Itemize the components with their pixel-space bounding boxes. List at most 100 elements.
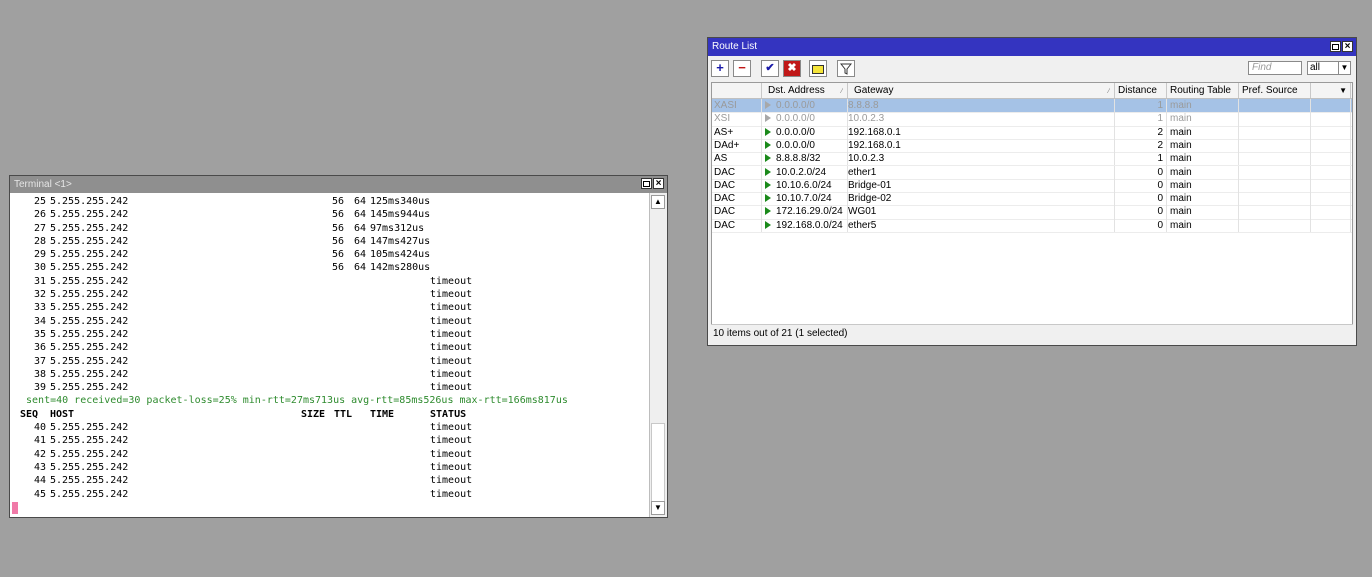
terminal-title-bar[interactable]: Terminal <1>: [10, 176, 667, 193]
route-dst-value: 192.168.0.0/24: [776, 219, 843, 231]
scroll-down-icon[interactable]: ▼: [651, 501, 665, 515]
status-bar: 10 items out of 21 (1 selected): [711, 324, 1353, 342]
seq-value: 25: [33, 196, 46, 207]
find-input[interactable]: Find: [1248, 61, 1302, 75]
route-dst-address: 10.10.7.0/24: [762, 192, 848, 206]
table-row[interactable]: DAC 10.10.7.0/24 Bridge-02 0 main: [712, 192, 1352, 207]
route-dst-value: 10.0.2.0/24: [776, 166, 827, 178]
status-value: timeout: [430, 289, 473, 301]
route-distance: 0: [1115, 178, 1167, 193]
route-routing-table: main: [1167, 192, 1239, 206]
close-icon[interactable]: ×: [1342, 41, 1353, 52]
size-value: 56: [331, 235, 344, 247]
table-row[interactable]: DAC 192.168.0.0/24 ether5 0 main: [712, 218, 1352, 233]
size-value: 56: [331, 222, 344, 234]
table-row[interactable]: XSI 0.0.0.0/0 10.0.2.3 1 main: [712, 112, 1352, 127]
route-arrow-icon: [765, 167, 771, 176]
minus-icon[interactable]: −: [733, 60, 751, 77]
table-row[interactable]: AS+ 0.0.0.0/0 192.168.0.1 2 main: [712, 125, 1352, 140]
maximize-icon[interactable]: [1330, 41, 1341, 52]
table-row[interactable]: DAd+ 0.0.0.0/0 192.168.0.1 2 main: [712, 138, 1352, 154]
route-distance: 0: [1115, 205, 1167, 219]
table-row[interactable]: DAC 10.10.6.0/24 Bridge-01 0 main: [712, 178, 1352, 194]
scroll-thumb[interactable]: [651, 423, 665, 503]
route-dst-address: 0.0.0.0/0: [762, 99, 848, 113]
ping-header: SEQ HOST SIZE TTL TIME STATUS: [20, 408, 649, 421]
route-flags: DAd+: [712, 138, 762, 153]
seq-value: 43: [33, 461, 46, 473]
route-pref-source: [1239, 192, 1311, 206]
route-pref-source: [1239, 152, 1311, 166]
terminal-line: 44 5.255.255.242 timeout: [24, 474, 649, 487]
terminal-line: 25 5.255.255.242 56 64 125ms340us: [24, 195, 649, 208]
column-dst-address[interactable]: Dst. Address ⁄: [762, 83, 848, 98]
route-routing-table: main: [1167, 165, 1239, 179]
host-value: 5.255.255.242: [50, 275, 129, 287]
route-extra: [1311, 152, 1351, 166]
seq-value: 41: [33, 435, 46, 447]
route-table[interactable]: Dst. Address ⁄ Gateway ⁄ Distance Routing …: [711, 82, 1353, 327]
column-gateway[interactable]: Gateway ⁄: [848, 83, 1115, 98]
header-time: TIME: [370, 408, 395, 420]
table-row[interactable]: DAC 10.0.2.0/24 ether1 0 main: [712, 165, 1352, 180]
route-dst-value: 10.10.6.0/24: [776, 179, 832, 191]
size-value: 56: [331, 196, 344, 207]
seq-value: 37: [33, 355, 46, 367]
route-list-title-bar[interactable]: Route List: [708, 38, 1356, 56]
route-extra: [1311, 99, 1351, 113]
route-gateway: Bridge-01: [848, 178, 1115, 193]
host-value: 5.255.255.242: [50, 342, 129, 354]
column-chooser[interactable]: ▼: [1311, 83, 1351, 98]
column-routing-table[interactable]: Routing Table: [1167, 83, 1239, 98]
filter-select[interactable]: all ▼: [1307, 61, 1351, 75]
scroll-up-icon[interactable]: ▲: [651, 195, 665, 209]
seq-value: 35: [33, 328, 46, 340]
route-list-title: Route List: [712, 41, 758, 52]
table-row[interactable]: DAC 172.16.29.0/24 WG01 0 main: [712, 205, 1352, 220]
table-row[interactable]: AS 8.8.8.8/32 10.0.2.3 1 main: [712, 152, 1352, 167]
column-gateway-label: Gateway: [854, 85, 894, 96]
terminal-window[interactable]: Terminal <1> × 25 5.255.255.242 56 64 125ms3…: [9, 175, 668, 518]
column-pref-source[interactable]: Pref. Source: [1239, 83, 1311, 98]
route-distance: 1: [1115, 112, 1167, 126]
terminal-output[interactable]: 25 5.255.255.242 56 64 125ms340us 26 5.255.255…: [10, 193, 649, 517]
terminal-line: 38 5.255.255.242 timeout: [24, 368, 649, 381]
route-arrow-icon: [765, 154, 771, 163]
seq-value: 45: [33, 488, 46, 500]
ttl-value: 64: [353, 222, 366, 234]
terminal-scrollbar[interactable]: ▲ ▼: [649, 193, 667, 517]
terminal-line: 42 5.255.255.242 timeout: [24, 448, 649, 461]
route-list-window[interactable]: Route List × + − ✔ ✖ Find all ▼ Dst. Add…: [707, 37, 1357, 346]
check-icon[interactable]: ✔: [761, 60, 779, 77]
route-distance: 0: [1115, 165, 1167, 179]
route-distance: 2: [1115, 138, 1167, 153]
route-dst-value: 10.10.7.0/24: [776, 193, 832, 205]
maximize-icon[interactable]: [641, 178, 652, 189]
host-value: 5.255.255.242: [50, 315, 129, 327]
x-icon[interactable]: ✖: [783, 60, 801, 77]
route-gateway: ether1: [848, 165, 1115, 179]
host-value: 5.255.255.242: [50, 475, 129, 487]
route-list-window-buttons: ×: [1330, 41, 1353, 52]
route-extra: [1311, 112, 1351, 126]
route-gateway: WG01: [848, 205, 1115, 219]
host-value: 5.255.255.242: [50, 196, 129, 207]
note-icon[interactable]: [809, 60, 827, 77]
table-row[interactable]: XASI 0.0.0.0/0 8.8.8.8 1 main: [712, 99, 1352, 114]
terminal-title: Terminal <1>: [14, 179, 72, 190]
time-value: 147ms427us: [370, 235, 431, 247]
column-flags[interactable]: [712, 83, 762, 98]
route-routing-table: main: [1167, 205, 1239, 219]
host-value: 5.255.255.242: [50, 488, 129, 500]
route-routing-table: main: [1167, 218, 1239, 232]
header-host: HOST: [50, 408, 75, 420]
ttl-value: 64: [353, 262, 366, 274]
route-extra: [1311, 138, 1351, 153]
route-routing-table: main: [1167, 99, 1239, 113]
host-value: 5.255.255.242: [50, 422, 129, 434]
filter-icon[interactable]: [837, 60, 855, 77]
close-icon[interactable]: ×: [653, 178, 664, 189]
plus-icon[interactable]: +: [711, 60, 729, 77]
column-distance[interactable]: Distance: [1115, 83, 1167, 98]
host-value: 5.255.255.242: [50, 222, 129, 234]
